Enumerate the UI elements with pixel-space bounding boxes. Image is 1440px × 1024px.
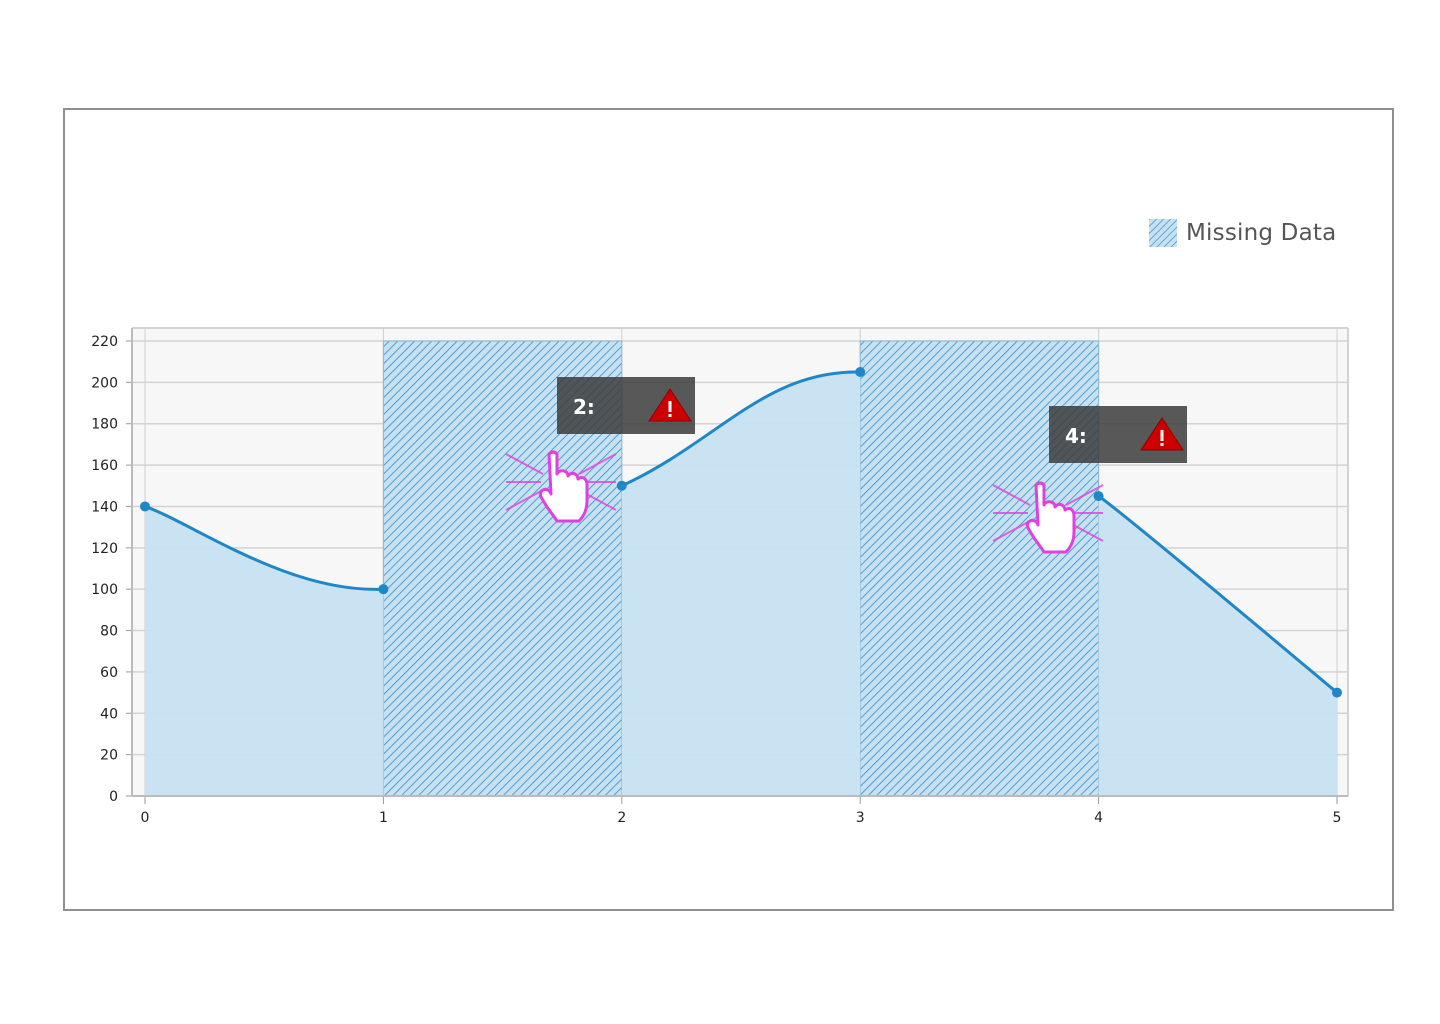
y-tick-label: 80 <box>100 624 118 640</box>
y-tick-label: 120 <box>91 541 118 557</box>
area-chart: 0 20 40 60 80 100 120 140 160 180 200 220 0 1 2 3 4 5 2: 4… <box>91 327 1349 826</box>
y-tick-label: 60 <box>100 665 118 681</box>
y-tick-label: 220 <box>91 334 118 350</box>
y-tick-label: 40 <box>100 706 118 722</box>
warning-icon-dot <box>1160 443 1164 446</box>
x-tick-label: 5 <box>1333 810 1342 826</box>
y-tick-label: 20 <box>100 748 118 764</box>
y-tick-label: 140 <box>91 499 118 515</box>
warning-icon-dot <box>668 414 672 417</box>
missing-data-tooltip: 2: <box>557 377 695 434</box>
y-tick-label: 200 <box>91 375 118 391</box>
x-tick-label: 3 <box>856 810 865 826</box>
data-point[interactable] <box>1093 491 1104 502</box>
y-tick-label: 0 <box>109 789 118 805</box>
missing-data-tooltip: 4: <box>1049 406 1187 463</box>
data-point[interactable] <box>378 584 389 595</box>
data-point[interactable] <box>855 367 866 378</box>
tooltip-label: 2: <box>573 395 595 419</box>
data-point[interactable] <box>1332 687 1342 698</box>
y-tick-label: 180 <box>91 417 118 433</box>
y-tick-label: 100 <box>91 582 118 598</box>
tooltip-label: 4: <box>1065 424 1087 448</box>
warning-icon-bar <box>1160 430 1164 441</box>
data-point[interactable] <box>140 501 150 512</box>
data-point[interactable] <box>616 480 627 491</box>
x-tick-label: 0 <box>141 810 150 826</box>
x-tick-label: 1 <box>379 810 388 826</box>
x-tick-label: 4 <box>1094 810 1103 826</box>
warning-icon-bar <box>668 401 672 412</box>
x-tick-label: 2 <box>617 810 626 826</box>
y-tick-label: 160 <box>91 458 118 474</box>
